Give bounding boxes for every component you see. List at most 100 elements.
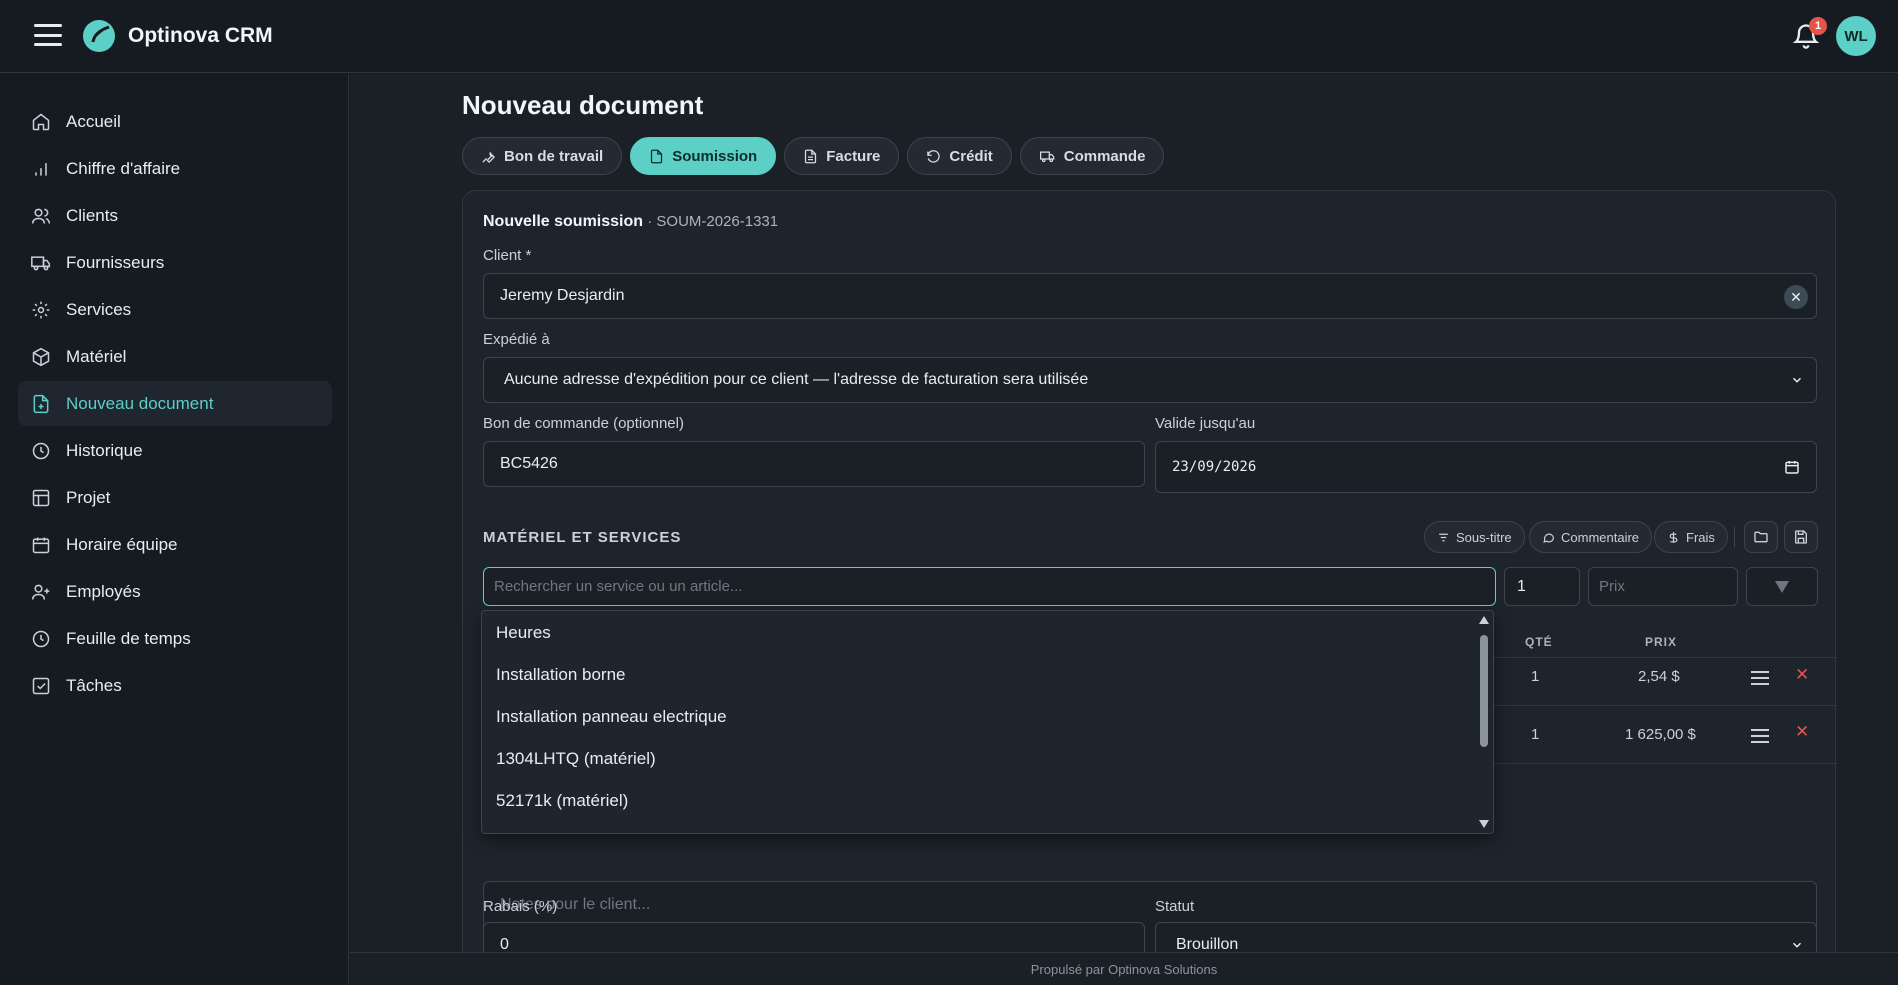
- add-item-button[interactable]: [1746, 567, 1818, 606]
- sidebar-item-horaire-equipe[interactable]: Horaire équipe: [18, 522, 332, 567]
- sidebar-item-fournisseurs[interactable]: Fournisseurs: [18, 240, 332, 285]
- sidebar-item-label: Nouveau document: [66, 393, 214, 413]
- tab-label: Commande: [1063, 147, 1146, 165]
- dropdown-option[interactable]: 52171k (matériel): [496, 791, 628, 811]
- sidebar-item-chiffre-affaire[interactable]: Chiffre d'affaire: [18, 146, 332, 191]
- add-fees-button[interactable]: Frais: [1654, 521, 1728, 553]
- dropdown-option[interactable]: Installation panneau electrique: [496, 707, 727, 727]
- form-title: Nouvelle soumission · SOUM-2026-1331: [483, 213, 778, 231]
- rotate-ccw-icon: [927, 149, 941, 163]
- row-1-menu-icon[interactable]: [1751, 671, 1769, 685]
- tab-credit[interactable]: Crédit: [907, 137, 1012, 175]
- sidebar-item-label: Matériel: [66, 346, 127, 366]
- menu-toggle-icon[interactable]: [34, 24, 62, 46]
- save-template-button[interactable]: [1784, 521, 1818, 553]
- tab-bon-de-travail[interactable]: Bon de travail: [462, 137, 623, 175]
- open-folder-button[interactable]: [1744, 521, 1778, 553]
- truck-icon: [30, 252, 52, 274]
- tab-facture[interactable]: Facture: [784, 137, 900, 175]
- discount-label: Rabais (%): [483, 898, 558, 915]
- form-title-text: Nouvelle soumission: [483, 213, 644, 230]
- search-placeholder: Rechercher un service ou un article...: [494, 578, 743, 595]
- document-type-tabs: Bon de travail Soumission Facture Crédit…: [462, 137, 1165, 175]
- tab-label: Facture: [826, 147, 881, 165]
- row-1-qty: 1: [1531, 668, 1540, 685]
- column-header-price: PRIX: [1645, 635, 1678, 649]
- dropdown-option[interactable]: Installation borne: [496, 665, 625, 685]
- save-icon: [1795, 530, 1807, 544]
- calendar-icon: [30, 534, 52, 556]
- sidebar-item-label: Feuille de temps: [66, 628, 191, 648]
- valid-until-date-field[interactable]: 23/09/2026: [1155, 441, 1817, 493]
- items-section-title: MATÉRIEL ET SERVICES: [483, 529, 682, 546]
- row-1-price: 2,54 $: [1638, 668, 1680, 685]
- po-field[interactable]: BC5426: [483, 441, 1145, 487]
- home-icon: [30, 111, 52, 133]
- add-comment-button[interactable]: Commentaire: [1529, 521, 1653, 553]
- sidebar-item-label: Clients: [66, 205, 118, 225]
- folder-icon: [1754, 531, 1768, 543]
- row-2-price: 1 625,00 $: [1625, 726, 1696, 743]
- item-search-input[interactable]: Rechercher un service ou un article...: [483, 567, 1496, 606]
- sidebar-item-nouveau-document[interactable]: Nouveau document: [18, 381, 332, 426]
- clear-client-button[interactable]: ✕: [1784, 285, 1808, 309]
- scroll-up-icon[interactable]: [1478, 615, 1490, 625]
- truck-icon: [1039, 151, 1055, 162]
- dropdown-scrollbar[interactable]: [1475, 611, 1493, 833]
- sidebar-item-accueil[interactable]: Accueil: [18, 99, 332, 144]
- file-text-icon: [805, 149, 817, 163]
- add-subtitle-button[interactable]: Sous-titre: [1424, 521, 1525, 553]
- ship-to-label: Expédié à: [483, 331, 550, 348]
- dropdown-option[interactable]: 1304LHTQ (matériel): [496, 749, 656, 769]
- price-input[interactable]: Prix: [1588, 567, 1738, 606]
- sidebar-item-historique[interactable]: Historique: [18, 428, 332, 473]
- chevron-down-icon: [1792, 942, 1802, 948]
- gear-icon: [30, 299, 52, 321]
- optinova-logo: [83, 20, 115, 52]
- sidebar-item-label: Chiffre d'affaire: [66, 158, 181, 178]
- row-1-delete-icon[interactable]: ✕: [1795, 665, 1809, 685]
- top-bar: Optinova CRM 1 WL: [0, 0, 1898, 73]
- calendar-icon[interactable]: [1784, 459, 1800, 475]
- wrench-icon: [482, 151, 495, 163]
- page-title: Nouveau document: [462, 90, 704, 120]
- tab-soumission[interactable]: Soumission: [630, 137, 777, 175]
- message-circle-icon: [1543, 533, 1554, 543]
- valid-until-label: Valide jusqu'au: [1155, 415, 1256, 432]
- valid-until-value: 23/09/2026: [1172, 459, 1257, 475]
- sidebar-item-materiel[interactable]: Matériel: [18, 334, 332, 379]
- button-label: Sous-titre: [1456, 529, 1512, 545]
- ship-to-select[interactable]: Aucune adresse d'expédition pour ce clie…: [483, 357, 1817, 403]
- user-avatar[interactable]: WL: [1836, 16, 1876, 56]
- sidebar-item-clients[interactable]: Clients: [18, 193, 332, 238]
- notification-badge: 1: [1809, 17, 1827, 35]
- tab-commande[interactable]: Commande: [1019, 137, 1165, 175]
- sidebar-item-label: Projet: [66, 487, 111, 507]
- sidebar-item-taches[interactable]: Tâches: [18, 663, 332, 708]
- quantity-input[interactable]: 1: [1504, 567, 1580, 606]
- client-label: Client *: [483, 247, 532, 264]
- row-2-delete-icon[interactable]: ✕: [1795, 722, 1809, 742]
- dropdown-option[interactable]: Heures: [496, 623, 551, 643]
- scroll-down-icon[interactable]: [1478, 819, 1490, 829]
- sidebar-item-services[interactable]: Services: [18, 287, 332, 332]
- bar-chart-icon: [30, 158, 52, 180]
- sidebar-item-projet[interactable]: Projet: [18, 475, 332, 520]
- sidebar-item-label: Employés: [66, 581, 141, 601]
- row-2-menu-icon[interactable]: [1751, 729, 1769, 743]
- file-plus-icon: [30, 393, 52, 415]
- row-2-qty: 1: [1531, 726, 1540, 743]
- clock-icon: [30, 440, 52, 462]
- file-icon: [651, 149, 663, 163]
- sidebar-item-label: Historique: [66, 440, 143, 460]
- layout-icon: [30, 487, 52, 509]
- main-content: Nouveau document Bon de travail Soumissi…: [350, 74, 1898, 985]
- dropdown-scroll-thumb[interactable]: [1480, 635, 1488, 747]
- sidebar-item-feuille-de-temps[interactable]: Feuille de temps: [18, 616, 332, 661]
- footer: Propulsé par Optinova Solutions: [350, 952, 1898, 985]
- toolbar-divider: [1734, 527, 1735, 547]
- clock-icon: [30, 628, 52, 650]
- sidebar-item-label: Fournisseurs: [66, 252, 165, 272]
- sidebar-item-employes[interactable]: Employés: [18, 569, 332, 614]
- client-field[interactable]: Jeremy Desjardin ✕: [483, 273, 1817, 319]
